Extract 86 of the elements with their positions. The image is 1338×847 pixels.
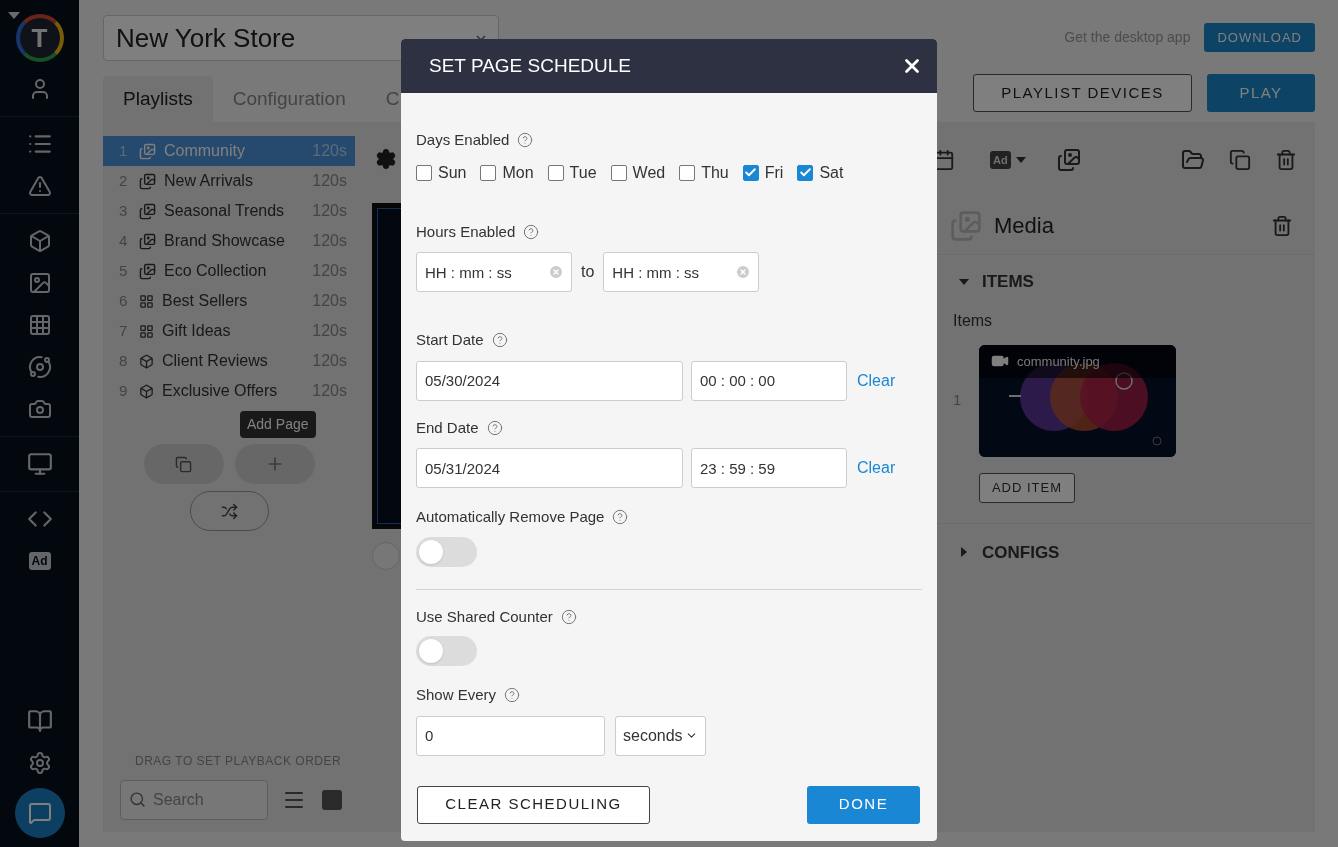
page-name: Client Reviews (162, 351, 269, 371)
help-icon[interactable] (486, 419, 503, 436)
help-icon[interactable] (560, 608, 577, 625)
copy-icon (175, 455, 192, 473)
chat-icon (27, 801, 52, 825)
images-icon (139, 232, 156, 250)
grid-icon (139, 323, 154, 339)
day-checkbox[interactable]: Mon (480, 160, 534, 185)
help-icon[interactable] (612, 509, 629, 526)
day-checkbox[interactable]: Thu (679, 160, 729, 185)
field-label: End Date (416, 417, 479, 438)
section-header[interactable]: CONFIGS (928, 539, 1315, 565)
images-icon (139, 142, 156, 160)
ad-icon[interactable]: Ad (990, 150, 1011, 169)
shuffle-icon (220, 502, 238, 520)
play-button[interactable]: PLAY (1207, 74, 1315, 112)
slider-handle[interactable] (372, 542, 400, 570)
delete-icon[interactable] (1275, 148, 1297, 171)
download-button[interactable]: DOWNLOAD (1204, 23, 1315, 52)
media-item[interactable]: community.jpg (979, 344, 1176, 457)
folder-icon[interactable] (1181, 147, 1205, 172)
time-field[interactable]: 00 : 00 : 00 (691, 360, 847, 401)
check-icon (798, 166, 812, 179)
separator-text: to (581, 262, 595, 282)
clear-link[interactable]: Clear (857, 368, 896, 393)
file-name: community.jpg (1017, 352, 1100, 371)
page-name: Eco Collection (164, 261, 268, 281)
add-item-button[interactable]: ADD ITEM (979, 472, 1075, 503)
page-name: Best Sellers (162, 291, 249, 311)
grid-icon (139, 293, 154, 309)
menu-caret-icon[interactable] (8, 12, 20, 20)
images-icon (139, 172, 156, 190)
help-icon[interactable] (523, 223, 540, 240)
page-name: New Arrivals (164, 171, 254, 191)
help-icon[interactable] (504, 687, 521, 704)
section-header[interactable]: ITEMS (928, 269, 1315, 295)
day-checkbox[interactable]: Wed (610, 160, 666, 185)
day-checkbox[interactable]: Sun (416, 160, 467, 185)
field-label: Show Every (416, 685, 497, 705)
page-name: Exclusive Offers (162, 381, 279, 401)
help-icon[interactable] (517, 132, 534, 149)
cube-icon (139, 353, 154, 369)
time-field[interactable]: HH : mm : ss (603, 252, 760, 292)
logo[interactable]: T (15, 14, 64, 62)
field-label: Automatically Remove Page (416, 507, 605, 527)
delete-icon[interactable] (1271, 214, 1293, 237)
cube-icon (139, 383, 154, 399)
playlist-devices-button[interactable]: PLAYLIST DEVICES (973, 74, 1192, 112)
clear-link[interactable]: Clear (857, 456, 896, 480)
toggle-switch[interactable] (416, 536, 477, 567)
clear-scheduling-button[interactable]: CLEAR SCHEDULING (417, 785, 650, 824)
field-label: Days Enabled (416, 130, 510, 150)
day-checkbox[interactable]: Tue (547, 160, 597, 185)
media-title: Media (994, 212, 1055, 240)
tab[interactable]: Playlists (103, 76, 213, 122)
images-icon (139, 262, 156, 280)
chat-button[interactable] (14, 788, 65, 838)
date-field[interactable]: 05/31/2024 (416, 448, 683, 488)
toggle-switch[interactable] (416, 636, 477, 666)
unit-select[interactable]: seconds (615, 715, 706, 756)
field-label: Use Shared Counter (416, 606, 553, 627)
tooltip: Add Page (240, 411, 316, 438)
check-icon (744, 166, 758, 179)
field-label: Start Date (416, 330, 484, 350)
ad-icon[interactable]: Ad (28, 552, 51, 570)
page-name: Gift Ideas (162, 321, 232, 341)
time-field[interactable]: HH : mm : ss (416, 252, 572, 292)
images-icon[interactable] (1056, 147, 1081, 172)
copy-icon[interactable] (1229, 148, 1251, 171)
interval-field[interactable]: 0 (416, 715, 605, 756)
time-field[interactable]: 23 : 59 : 59 (691, 448, 847, 488)
page-name: Seasonal Trends (164, 201, 286, 221)
images-icon (139, 202, 156, 220)
field-label: Hours Enabled (416, 221, 516, 242)
items-label: Items (953, 310, 994, 331)
day-checkbox[interactable]: Fri (742, 160, 784, 185)
page-name: Brand Showcase (164, 231, 286, 251)
search-icon (129, 791, 146, 808)
done-button[interactable]: DONE (807, 785, 920, 824)
help-icon[interactable] (491, 332, 508, 349)
duplicate-button[interactable] (143, 444, 224, 484)
chevron-icon (476, 35, 486, 41)
day-checkbox[interactable]: Sat (797, 160, 844, 185)
page-name: Community (164, 141, 246, 161)
date-field[interactable]: 05/30/2024 (416, 360, 683, 401)
square-icon[interactable] (320, 788, 344, 812)
